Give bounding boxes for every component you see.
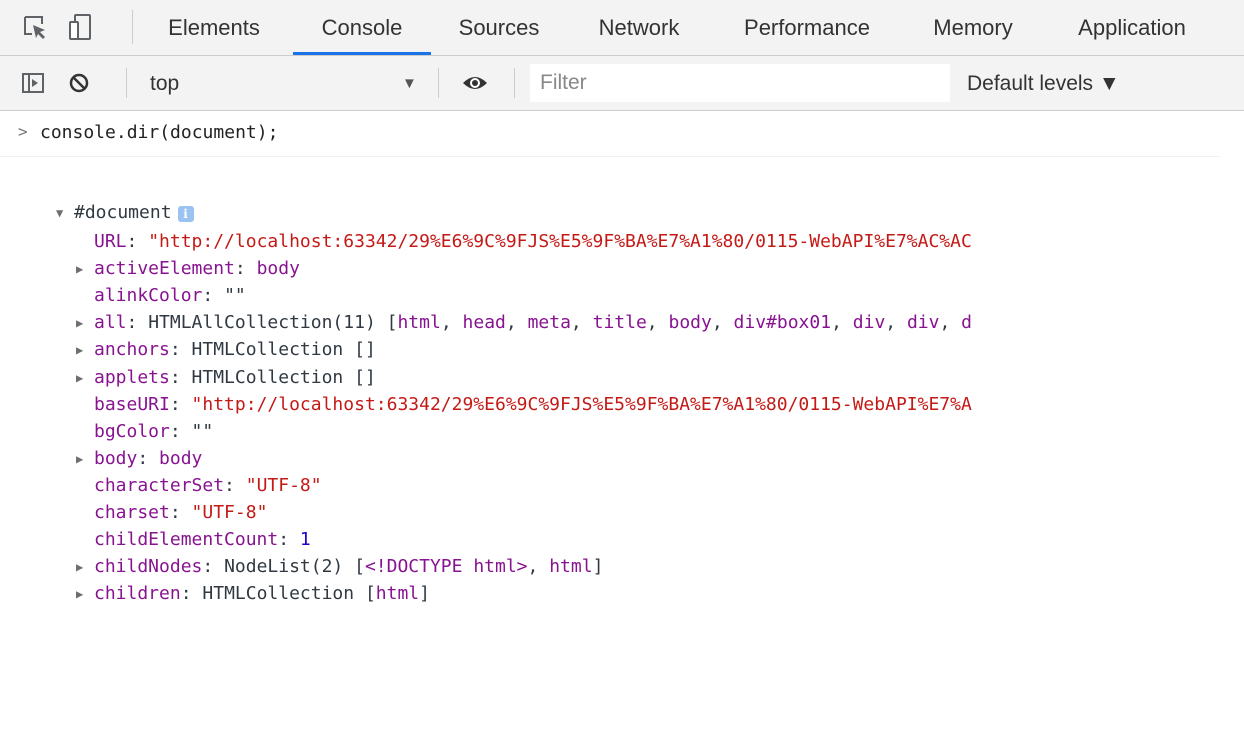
property-row[interactable]: ▶ activeElement: body <box>76 255 300 282</box>
property-row: childElementCount: 1 <box>94 526 311 553</box>
live-expression-eye-icon[interactable] <box>460 68 490 98</box>
property-separator: : <box>180 583 203 605</box>
devtools-window: Elements Console Sources Network Perform… <box>0 0 1244 751</box>
property-value: "UTF-8" <box>191 502 268 523</box>
document-label: #document <box>74 202 172 223</box>
property-value: "http://localhost:63342/29%E6%9C%9FJS%E5… <box>191 393 972 415</box>
collapsed-triangle-icon[interactable]: ▶ <box>76 554 94 581</box>
property-separator: : <box>126 231 149 252</box>
document-root-node[interactable]: ▼ #document i <box>56 199 194 226</box>
property-separator: : <box>169 502 192 523</box>
tab-memory[interactable]: Memory <box>917 0 1029 55</box>
tab-application[interactable]: Application <box>1060 0 1204 55</box>
toolbar-separator <box>438 68 439 98</box>
console-command: console.dir(document); <box>40 122 279 143</box>
property-row: bgColor: "" <box>94 418 213 445</box>
property-row[interactable]: ▶ children: HTMLCollection [html] <box>76 580 430 607</box>
property-row[interactable]: ▶ childNodes: NodeList(2) [<!DOCTYPE html… <box>76 553 603 580</box>
property-key: childElementCount <box>94 529 279 551</box>
property-row[interactable]: ▶ applets: HTMLCollection [] <box>76 364 376 391</box>
property-separator: : <box>234 258 257 280</box>
property-value: "" <box>191 420 214 442</box>
property-key: body <box>94 447 138 469</box>
property-separator: : <box>126 312 149 334</box>
property-separator: : <box>169 393 192 415</box>
property-key: baseURI <box>94 393 170 415</box>
property-row: characterSet: "UTF-8" <box>94 472 322 499</box>
property-key: alinkColor <box>94 285 203 307</box>
property-value: HTMLCollection [] <box>191 366 376 388</box>
clear-console-icon[interactable] <box>64 68 94 98</box>
expanded-triangle-icon[interactable]: ▼ <box>56 200 74 227</box>
console-toolbar: top ▼ Filter Default levels ▼ <box>0 56 1244 111</box>
console-command-row: > console.dir(document); <box>0 111 1220 157</box>
property-separator: : <box>137 447 160 469</box>
collapsed-triangle-icon[interactable]: ▶ <box>76 310 94 337</box>
property-key: all <box>94 312 127 334</box>
prompt-chevron-icon: > <box>18 122 28 141</box>
collapsed-triangle-icon[interactable]: ▶ <box>76 365 94 392</box>
property-value: NodeList(2) [<!DOCTYPE html>, html] <box>224 556 604 578</box>
property-value: "UTF-8" <box>245 474 322 496</box>
collapsed-triangle-icon[interactable]: ▶ <box>76 446 94 473</box>
property-separator: : <box>169 366 192 388</box>
collapsed-triangle-icon[interactable]: ▶ <box>76 256 94 283</box>
property-row: URL: "http://localhost:63342/29%E6%9C%9F… <box>94 228 972 255</box>
property-key: anchors <box>94 339 170 361</box>
info-icon[interactable]: i <box>177 206 194 222</box>
context-selector[interactable]: top <box>150 56 179 112</box>
property-value: "" <box>224 285 246 307</box>
inspect-element-icon[interactable] <box>20 12 50 42</box>
property-key: bgColor <box>94 420 170 442</box>
console-output: > console.dir(document); ▼ #document i URL… <box>0 111 1244 751</box>
context-dropdown-arrow-icon[interactable]: ▼ <box>402 56 417 112</box>
property-value: body <box>256 258 300 280</box>
property-separator: : <box>169 420 192 442</box>
log-levels-dropdown[interactable]: Default levels ▼ <box>967 56 1120 112</box>
property-value: HTMLAllCollection(11) [html, head, meta,… <box>148 312 973 334</box>
property-row: baseURI: "http://localhost:63342/29%E6%9… <box>94 391 972 418</box>
property-key: URL <box>94 231 127 252</box>
property-key: childNodes <box>94 556 203 578</box>
property-row[interactable]: ▶ all: HTMLAllCollection(11) [html, head,… <box>76 309 972 336</box>
property-separator: : <box>224 474 246 496</box>
show-sidebar-icon[interactable] <box>18 68 48 98</box>
property-separator: : <box>278 529 300 551</box>
property-value: 1 <box>299 529 311 551</box>
filter-input[interactable]: Filter <box>530 64 950 102</box>
property-row[interactable]: ▶ anchors: HTMLCollection [] <box>76 336 376 363</box>
tab-console[interactable]: Console <box>293 0 431 55</box>
property-separator: : <box>169 339 192 361</box>
property-value: "http://localhost:63342/29%E6%9C%9FJS%E5… <box>148 231 972 252</box>
tab-separator <box>132 10 133 44</box>
toolbar-separator <box>514 68 515 98</box>
property-key: characterSet <box>94 474 225 496</box>
property-row: alinkColor: "" <box>94 282 246 309</box>
property-key: charset <box>94 502 170 523</box>
toolbar-separator <box>126 68 127 98</box>
property-key: activeElement <box>94 258 235 280</box>
tab-elements[interactable]: Elements <box>148 0 280 55</box>
tab-performance[interactable]: Performance <box>727 0 887 55</box>
property-value: HTMLCollection [] <box>191 339 376 361</box>
property-key: applets <box>94 366 170 388</box>
property-row: charset: "UTF-8" <box>94 499 267 526</box>
device-toggle-icon[interactable] <box>66 12 96 42</box>
property-value: body <box>159 447 203 469</box>
tab-network[interactable]: Network <box>583 0 695 55</box>
collapsed-triangle-icon[interactable]: ▶ <box>76 337 94 364</box>
property-separator: : <box>202 285 225 307</box>
property-key: children <box>94 583 181 605</box>
devtools-tab-bar: Elements Console Sources Network Perform… <box>0 0 1244 56</box>
property-value: HTMLCollection [html] <box>202 583 430 605</box>
tab-sources[interactable]: Sources <box>446 0 552 55</box>
property-row[interactable]: ▶ body: body <box>76 445 202 472</box>
property-separator: : <box>202 556 225 578</box>
collapsed-triangle-icon[interactable]: ▶ <box>76 581 94 608</box>
